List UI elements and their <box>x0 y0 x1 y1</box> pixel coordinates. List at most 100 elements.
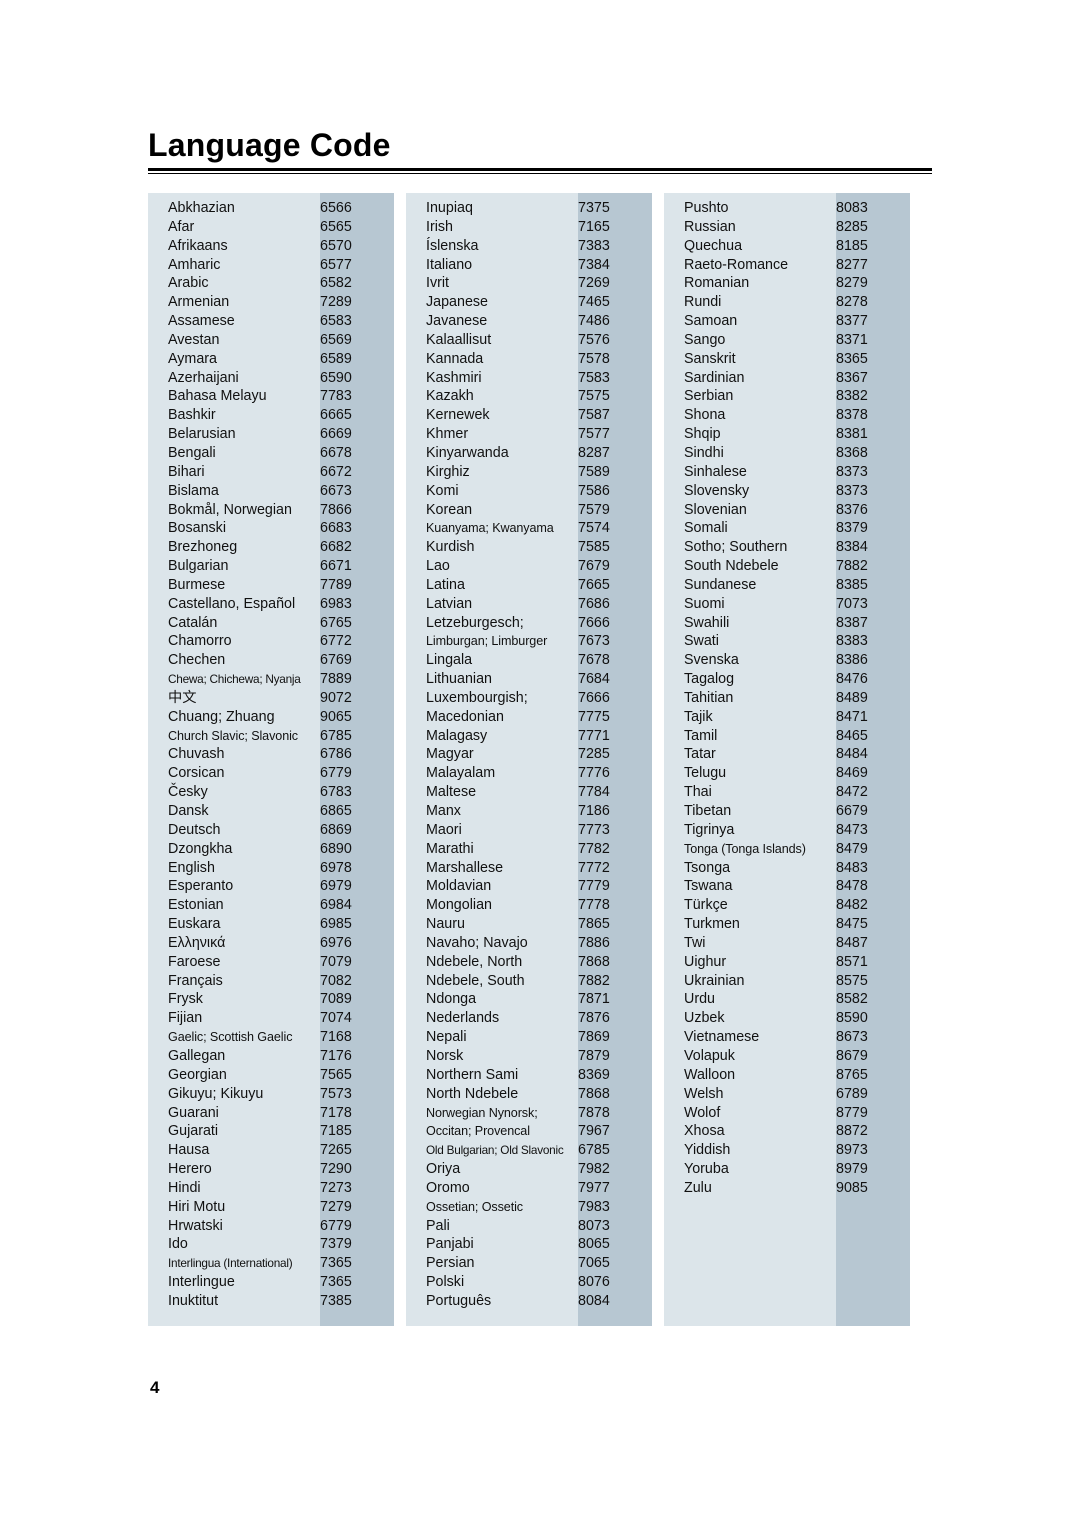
table-row: Türkçe 8482 <box>664 896 910 915</box>
language-name: Ndonga <box>426 991 477 1008</box>
language-code: 8381 <box>836 426 868 443</box>
table-row: Tibetan 6679 <box>664 802 910 821</box>
language-name: Swahili <box>684 614 730 631</box>
language-name: Welsh <box>684 1085 724 1102</box>
table-row: Persian 7065 <box>406 1254 652 1273</box>
language-code: 8386 <box>836 652 868 669</box>
language-name: Bahasa Melayu <box>168 388 267 405</box>
language-code: 8373 <box>836 482 868 499</box>
table-row: Chechen 6769 <box>148 651 394 670</box>
language-name: Magyar <box>426 746 474 763</box>
table-row: Avestan 6569 <box>148 331 394 350</box>
language-name: Norsk <box>426 1047 464 1064</box>
language-code: 8376 <box>836 501 868 518</box>
language-name: Ndebele, North <box>426 953 523 970</box>
language-name: Afar <box>168 218 195 235</box>
language-name: Bokmål, Norwegian <box>168 501 292 518</box>
language-code: 8475 <box>836 916 868 933</box>
language-code: 8365 <box>836 350 868 367</box>
table-row: Malayalam 7776 <box>406 764 652 783</box>
table-row: Oromo 7977 <box>406 1179 652 1198</box>
language-name: Persian <box>426 1255 475 1272</box>
table-row: Hindi 7273 <box>148 1179 394 1198</box>
table-row: Kirghiz 7589 <box>406 463 652 482</box>
language-name: Ido <box>168 1236 188 1253</box>
language-name: Ελληνικά <box>168 934 226 951</box>
language-name: Swati <box>684 633 719 650</box>
language-name: Sinhalese <box>684 463 747 480</box>
table-row: Slovensky 8373 <box>664 482 910 501</box>
language-code: 7486 <box>578 313 610 330</box>
language-name: Xhosa <box>684 1123 725 1140</box>
language-name: Fijian <box>168 1010 203 1027</box>
language-name: Kashmiri <box>426 369 482 386</box>
language-code: 7879 <box>578 1047 610 1064</box>
table-row: Herero 7290 <box>148 1160 394 1179</box>
table-row: Yoruba 8979 <box>664 1160 910 1179</box>
language-code: 8476 <box>836 671 868 688</box>
language-name: Burmese <box>168 576 226 593</box>
language-name: Azerhaijani <box>168 369 239 386</box>
language-name: Wolof <box>684 1104 721 1121</box>
language-name: Tagalog <box>684 671 735 688</box>
table-row: Shona 8378 <box>664 406 910 425</box>
language-code: 7578 <box>578 350 610 367</box>
language-name: Corsican <box>168 765 225 782</box>
language-name: Gaelic; Scottish Gaelic <box>168 1030 293 1045</box>
language-name: Luxembourgish; <box>426 689 528 706</box>
table-row: Samoan 8377 <box>664 312 910 331</box>
table-row: Sanskrit 8365 <box>664 350 910 369</box>
language-name: Bosanski <box>168 520 227 537</box>
language-name: Manx <box>426 803 461 819</box>
table-row: Kinyarwanda 8287 <box>406 444 652 463</box>
table-row: Vietnamese 8673 <box>664 1028 910 1047</box>
table-row: Twi 8487 <box>664 934 910 953</box>
table-row: Česky 6783 <box>148 783 394 802</box>
title-rule-thin <box>148 172 932 174</box>
language-name: Tatar <box>684 746 716 763</box>
language-name: Norwegian Nynorsk; <box>426 1105 538 1120</box>
language-code: 8765 <box>836 1066 868 1083</box>
language-name: Tamil <box>684 727 718 744</box>
table-row: Magyar 7285 <box>406 745 652 764</box>
language-code: 7186 <box>578 803 610 819</box>
language-name: Chuang; Zhuang <box>168 708 275 725</box>
language-code: 7882 <box>578 972 610 989</box>
language-code: 6582 <box>320 275 352 292</box>
language-code: 7665 <box>578 576 610 593</box>
language-name: Français <box>168 972 223 989</box>
language-name: Uighur <box>684 953 727 970</box>
language-code: 7982 <box>578 1161 610 1178</box>
language-name: Oromo <box>426 1179 470 1196</box>
language-code: 6978 <box>320 859 352 876</box>
table-row: Shqip 8381 <box>664 425 910 444</box>
table-row: Kannada 7578 <box>406 350 652 369</box>
language-name: Armenian <box>168 294 230 311</box>
language-code: 7886 <box>578 934 610 951</box>
language-name: Japanese <box>426 294 489 311</box>
table-row: Tajik 8471 <box>664 708 910 727</box>
table-row: Kuanyama; Kwanyama 7574 <box>406 519 652 538</box>
language-name: Uzbek <box>684 1010 725 1027</box>
language-code: 7666 <box>578 614 610 631</box>
language-name: Occitan; Provencal <box>426 1124 530 1139</box>
language-name: Slovenian <box>684 501 747 518</box>
table-body: Pushto 8083 Russian 8285 Quechua 8185 Raeto-Ro… <box>664 193 910 1198</box>
table-row: Burmese 7789 <box>148 576 394 595</box>
table-row: Frysk 7089 <box>148 990 394 1009</box>
language-name: English <box>168 859 215 876</box>
table-row: South Ndebele 7882 <box>664 557 910 576</box>
table-row: 中文 9072 <box>148 689 394 708</box>
table-row: Telugu 8469 <box>664 764 910 783</box>
language-code: 8285 <box>836 218 868 235</box>
table-row: Afar 6565 <box>148 218 394 237</box>
table-row: Ossetian; Ossetic 7983 <box>406 1198 652 1217</box>
language-code: 7779 <box>578 878 610 895</box>
table-row: Nauru 7865 <box>406 915 652 934</box>
language-code: 6583 <box>320 313 352 330</box>
table-row: Somali 8379 <box>664 519 910 538</box>
language-name: Navaho; Navajo <box>426 934 528 951</box>
language-name: Avestan <box>168 331 220 348</box>
language-code: 7589 <box>578 463 610 480</box>
table-row: Lingala 7678 <box>406 651 652 670</box>
